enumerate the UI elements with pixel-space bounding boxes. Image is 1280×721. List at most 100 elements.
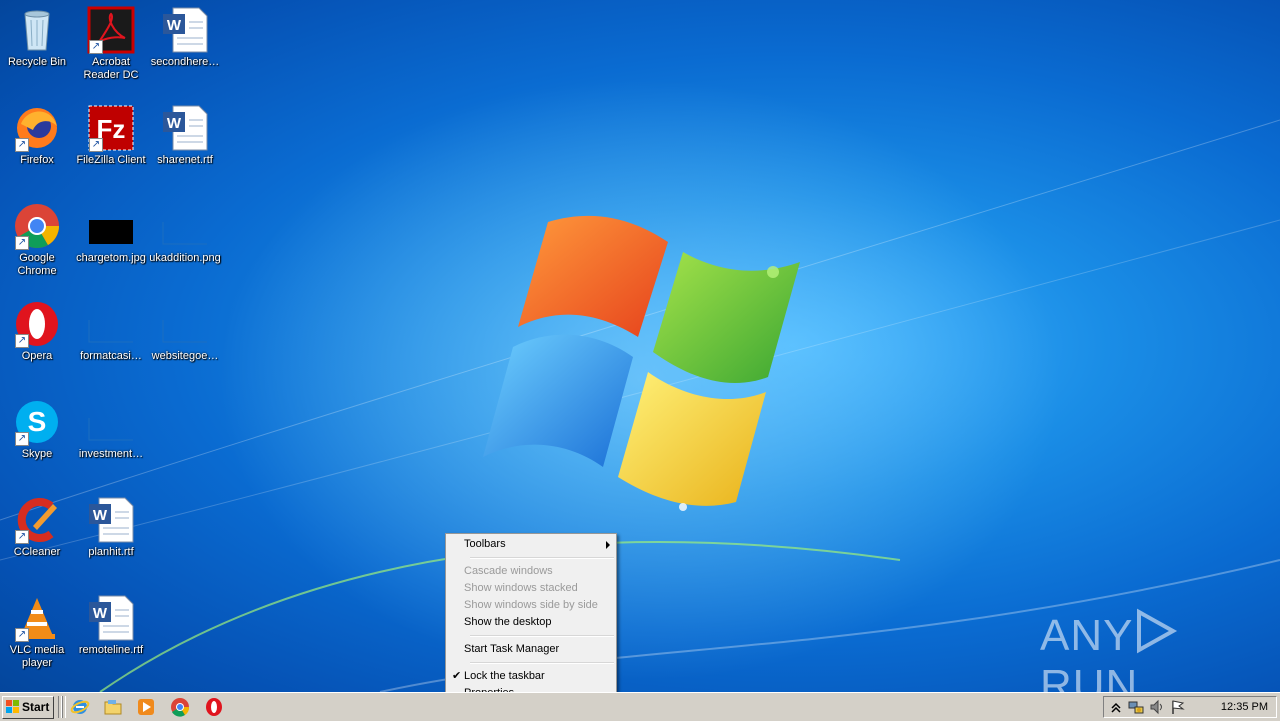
menu-separator	[470, 662, 614, 664]
internet-explorer-icon	[70, 700, 90, 714]
desktop-icon-ukaddition[interactable]: ukaddition.png	[148, 196, 222, 286]
icon-label: Firefox	[20, 154, 54, 166]
action-center-flag-icon[interactable]	[1170, 699, 1186, 715]
desktop-icon-planhit[interactable]: W planhit.rtf	[74, 490, 148, 580]
chrome-icon	[171, 698, 190, 717]
word-document-icon: W	[87, 594, 135, 642]
checkmark-icon: ✔	[452, 670, 462, 682]
svg-text:W: W	[93, 605, 108, 622]
desktop-icon-recycle-bin[interactable]: Recycle Bin	[0, 0, 74, 90]
acrobat-reader-icon: ↗	[87, 6, 135, 54]
desktop-icon-websitegoe[interactable]: websitegoe…	[148, 294, 222, 384]
word-document-icon: W	[161, 6, 209, 54]
file-icon	[87, 300, 135, 348]
chrome-icon: ↗	[13, 202, 61, 250]
speaker-volume-icon[interactable]	[1149, 699, 1165, 715]
shortcut-arrow-icon: ↗	[15, 432, 29, 446]
desktop-icon-firefox[interactable]: ↗ Firefox	[0, 98, 74, 188]
icon-label: planhit.rtf	[88, 546, 134, 558]
menu-item-show-windows-stacked: Show windows stacked	[446, 580, 616, 597]
anyrun-watermark: ANYRUN	[1040, 608, 1240, 710]
shortcut-arrow-icon: ↗	[15, 138, 29, 152]
menu-item-lock-taskbar[interactable]: ✔ Lock the taskbar	[446, 668, 616, 685]
desktop-icon-google-chrome[interactable]: ↗ Google Chrome	[0, 196, 74, 286]
icon-label: CCleaner	[13, 546, 61, 558]
quicklaunch-media-player[interactable]	[136, 697, 156, 717]
menu-item-label: Start Task Manager	[464, 643, 560, 655]
desktop-icon-formatcasi[interactable]: formatcasi…	[74, 294, 148, 384]
icon-label: Opera	[21, 350, 53, 362]
opera-icon: ↗	[13, 300, 61, 348]
icon-label: FileZilla Client	[76, 154, 146, 166]
desktop-icon-vlc[interactable]: ↗ VLC media player	[0, 588, 74, 678]
menu-item-show-desktop[interactable]: Show the desktop	[446, 614, 616, 631]
menu-separator	[470, 635, 614, 637]
quicklaunch-chrome[interactable]	[170, 697, 190, 717]
svg-text:W: W	[93, 507, 108, 524]
shortcut-arrow-icon: ↗	[15, 628, 29, 642]
shortcut-arrow-icon: ↗	[15, 334, 29, 348]
icon-label: secondhere…	[150, 56, 220, 68]
icon-label: Acrobat Reader DC	[83, 56, 139, 81]
menu-separator	[470, 557, 614, 559]
quicklaunch-opera[interactable]	[204, 697, 224, 717]
desktop-icon-opera[interactable]: ↗ Opera	[0, 294, 74, 384]
submenu-arrow-icon	[606, 541, 610, 549]
media-player-icon	[138, 699, 154, 715]
icon-label: chargetom.jpg	[76, 252, 146, 264]
desktop-icon-filezilla[interactable]: Fz ↗ FileZilla Client	[74, 98, 148, 188]
taskbar[interactable]: Start 12:35 PM	[0, 692, 1280, 721]
show-hidden-icons-chevron-icon[interactable]	[1108, 699, 1124, 715]
icon-label: investment…	[78, 448, 144, 460]
firefox-icon: ↗	[13, 104, 61, 152]
filezilla-icon: Fz ↗	[87, 104, 135, 152]
icon-label: sharenet.rtf	[157, 154, 213, 166]
desktop-icon-ccleaner[interactable]: ↗ CCleaner	[0, 490, 74, 580]
file-icon	[87, 398, 135, 446]
start-label: Start	[22, 700, 50, 714]
menu-item-label: Show the desktop	[464, 616, 552, 628]
quicklaunch-internet-explorer[interactable]	[70, 697, 90, 717]
word-document-icon: W	[161, 104, 209, 152]
windows-logo-wallpaper	[483, 215, 800, 511]
icon-label: websitegoe…	[151, 350, 219, 362]
desktop-icon-investment[interactable]: investment…	[74, 392, 148, 482]
taskbar-context-menu: Toolbars Cascade windows Show windows st…	[445, 533, 617, 701]
icon-label: formatcasi…	[80, 350, 142, 362]
file-icon	[161, 300, 209, 348]
desktop-icon-skype[interactable]: S ↗ Skype	[0, 392, 74, 482]
start-button[interactable]: Start	[2, 696, 54, 719]
menu-item-start-task-manager[interactable]: Start Task Manager	[446, 641, 616, 658]
desktop-icon-secondhere[interactable]: W secondhere…	[148, 0, 222, 90]
icon-label: Google Chrome	[17, 252, 57, 277]
desktop-icon-chargetom[interactable]: chargetom.jpg	[74, 196, 148, 286]
quicklaunch-explorer[interactable]	[103, 697, 123, 717]
menu-item-label: Show windows side by side	[464, 599, 598, 611]
desktop-icon-remoteline[interactable]: W remoteline.rtf	[74, 588, 148, 678]
windows-flag-icon	[6, 700, 19, 713]
menu-item-cascade-windows: Cascade windows	[446, 563, 616, 580]
taskbar-separator	[62, 696, 66, 718]
svg-text:W: W	[167, 17, 182, 34]
menu-item-label: Show windows stacked	[464, 582, 578, 594]
icon-label: remoteline.rtf	[78, 644, 144, 656]
menu-item-label: Lock the taskbar	[464, 670, 545, 682]
icon-label: Skype	[21, 448, 53, 460]
desktop-icon-sharenet[interactable]: W sharenet.rtf	[148, 98, 222, 188]
word-document-icon: W	[87, 496, 135, 544]
menu-item-toolbars[interactable]: Toolbars	[446, 536, 616, 553]
vlc-cone-icon: ↗	[13, 594, 61, 642]
icon-label: Recycle Bin	[7, 56, 67, 68]
svg-text:S: S	[28, 406, 47, 437]
system-tray: 12:35 PM	[1103, 696, 1277, 718]
menu-item-label: Toolbars	[464, 538, 506, 550]
desktop-icon-acrobat[interactable]: ↗ Acrobat Reader DC	[74, 0, 148, 90]
shortcut-arrow-icon: ↗	[89, 138, 103, 152]
network-icon[interactable]	[1128, 699, 1144, 715]
opera-icon	[206, 698, 222, 716]
watermark-left: ANY	[1040, 611, 1134, 660]
shortcut-arrow-icon: ↗	[15, 530, 29, 544]
icon-label: VLC media player	[9, 644, 65, 669]
ccleaner-icon: ↗	[13, 496, 61, 544]
taskbar-clock[interactable]: 12:35 PM	[1221, 697, 1268, 717]
